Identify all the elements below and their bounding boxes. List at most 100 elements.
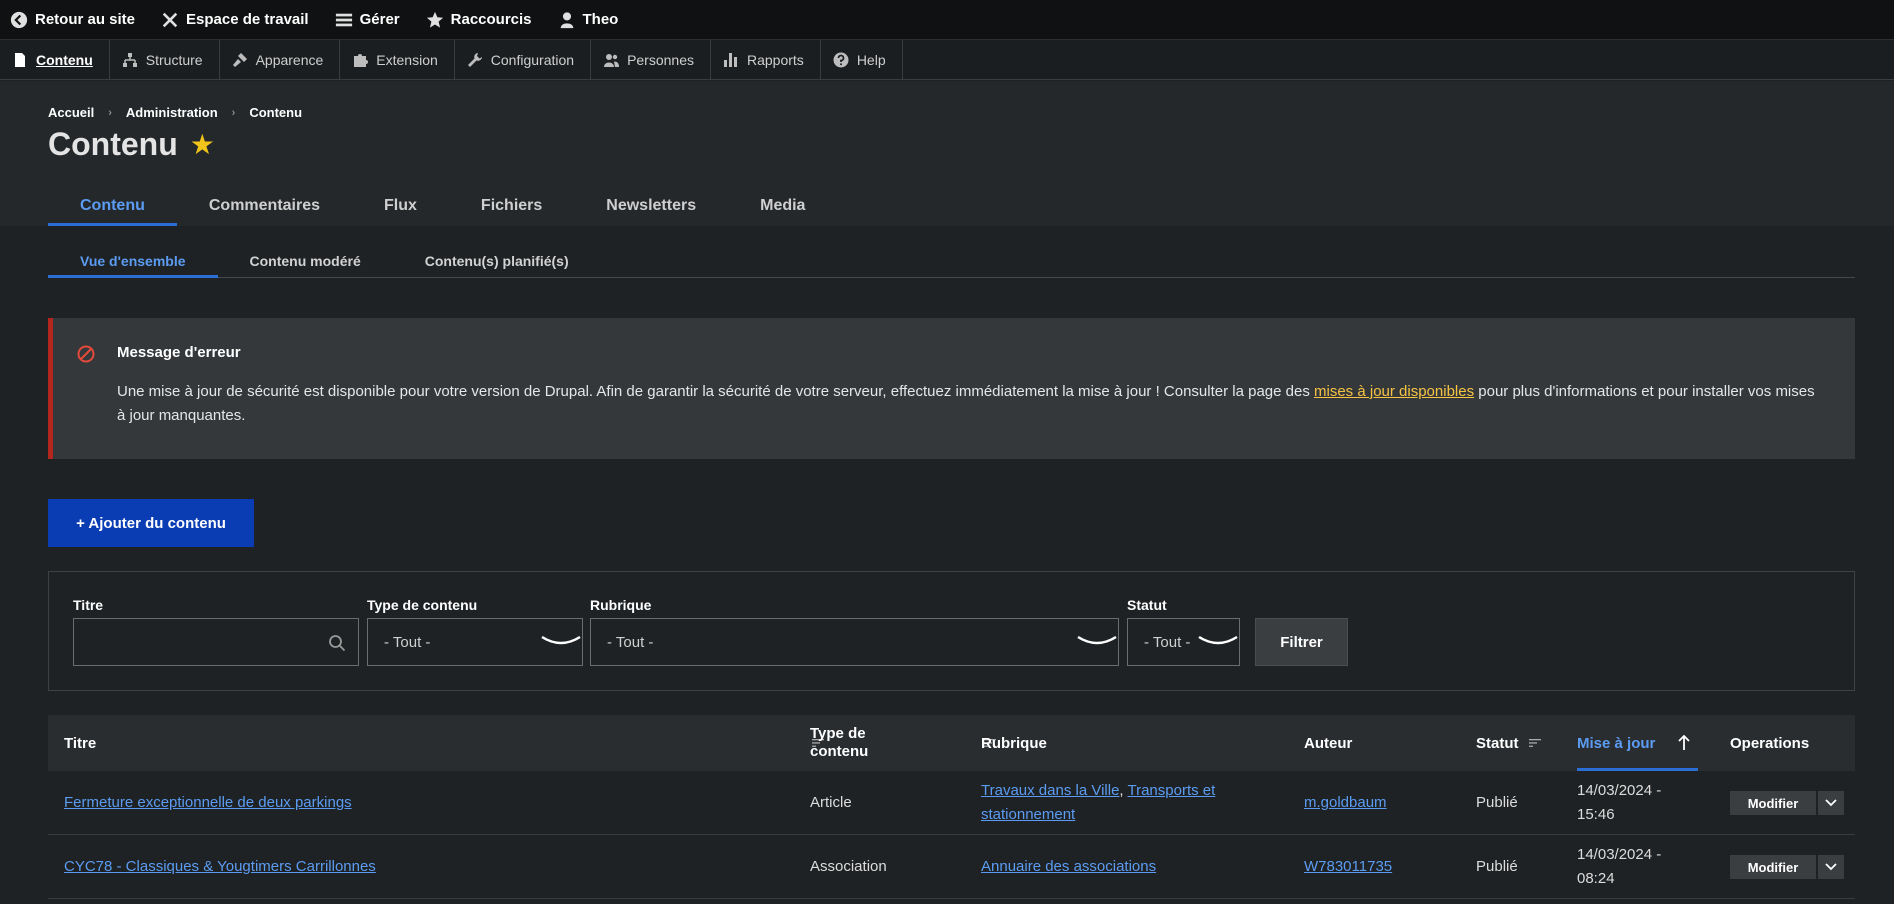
type-select[interactable]: - Tout - (367, 618, 583, 666)
user-label: Theo (582, 11, 619, 28)
table-row: Fermeture exceptionnelle de deux parking… (48, 771, 1855, 835)
chevron-down-icon (541, 635, 581, 645)
user-link[interactable]: Theo (558, 0, 619, 40)
secondary-tabs: Vue d'ensemble Contenu modéré Contenu(s)… (48, 244, 1855, 278)
column-header-titre[interactable]: Titre (64, 715, 824, 771)
error-icon (77, 345, 95, 363)
page-title: Contenu ★ (48, 126, 215, 163)
column-header-operations: Operations (1730, 734, 1810, 752)
tray-item-help[interactable]: Help (821, 40, 903, 79)
column-header-statut[interactable]: Statut (1476, 715, 1541, 771)
tray-item-label: Apparence (255, 51, 324, 68)
rubrique-link[interactable]: Travaux dans la Ville (981, 782, 1119, 799)
user-icon (560, 11, 573, 28)
manage-label: Gérer (359, 11, 400, 28)
statut-select-value: - Tout - (1144, 633, 1191, 651)
column-header-label-line2: contenu (810, 743, 869, 760)
node-updated-date: 14/03/2024 - (1577, 782, 1662, 799)
shortcut-star-icon[interactable]: ★ (190, 128, 215, 161)
filter-title-label: Titre (73, 597, 104, 613)
column-header-label-line1: Type de (810, 725, 866, 742)
page-title-text: Contenu (48, 126, 178, 162)
breadcrumb-link-accueil[interactable]: Accueil (48, 105, 94, 120)
back-circle-icon (10, 11, 28, 28)
tray-item-label: Extension (376, 51, 438, 68)
tray-item-structure[interactable]: Structure (110, 40, 220, 79)
tray-item-label: Contenu (36, 51, 93, 68)
back-to-site-link[interactable]: Retour au site (10, 0, 135, 40)
breadcrumb: Accueil › Administration › Contenu (48, 105, 302, 120)
filters-form: Titre Type de contenu - Tout - Rubrique … (48, 571, 1855, 691)
rubrique-select[interactable]: - Tout - (590, 618, 1119, 666)
tray-item-configuration[interactable]: Configuration (455, 40, 592, 79)
people-icon (604, 53, 620, 67)
breadcrumb-separator: › (108, 106, 112, 119)
column-header-label: Mise à jour (1577, 734, 1656, 752)
column-header-mise-a-jour[interactable]: Mise à jour (1577, 715, 1698, 771)
manage-link[interactable]: Gérer (335, 0, 400, 40)
tab-newsletters[interactable]: Newsletters (574, 185, 728, 226)
table-row: CYC78 - Classiques & Yougtimers Carrillo… (48, 835, 1855, 899)
column-header-type[interactable]: Type de contenu (810, 715, 996, 771)
error-text: Une mise à jour de sécurité est disponib… (117, 380, 1817, 428)
chevron-down-icon (1825, 799, 1837, 807)
tray-item-extension[interactable]: Extension (340, 40, 455, 79)
rubrique-link[interactable]: stationnement (981, 806, 1075, 823)
statut-select[interactable]: - Tout - (1127, 618, 1240, 666)
operations-toggle[interactable] (1818, 855, 1844, 879)
rubrique-select-value: - Tout - (607, 633, 654, 651)
subtab-scheduled[interactable]: Contenu(s) planifié(s) (393, 244, 601, 277)
tray-item-label: Configuration (490, 51, 575, 68)
filter-submit-button[interactable]: Filtrer (1255, 618, 1348, 666)
chevron-down-icon (1077, 635, 1117, 645)
tab-media[interactable]: Media (728, 185, 837, 226)
updates-available-link[interactable]: mises à jour disponibles (1314, 383, 1474, 400)
arrow-up-icon (1678, 735, 1690, 750)
node-rubrique: Travaux dans la Ville, Transports et stat… (981, 779, 1271, 827)
node-updated-date: 14/03/2024 - (1577, 846, 1662, 863)
rubrique-link[interactable]: Transports et (1127, 782, 1215, 799)
breadcrumb-link-administration[interactable]: Administration (126, 105, 218, 120)
tray-item-label: Personnes (627, 51, 694, 68)
tab-commentaires[interactable]: Commentaires (177, 185, 352, 226)
tab-contenu[interactable]: Contenu (48, 185, 177, 226)
shortcuts-link[interactable]: Raccourcis (426, 0, 532, 40)
tray-item-label: Rapports (747, 51, 804, 68)
node-status: Publié (1476, 858, 1518, 875)
edit-button[interactable]: Modifier (1730, 855, 1816, 879)
filter-type-label: Type de contenu (367, 597, 478, 613)
workspace-link[interactable]: Espace de travail (161, 0, 309, 40)
node-updated-time: 15:46 (1577, 806, 1615, 823)
operations-toggle[interactable] (1818, 791, 1844, 815)
sort-icon (1528, 739, 1541, 747)
tools-icon (162, 12, 178, 27)
title-search-input[interactable] (73, 618, 359, 666)
tray-item-contenu[interactable]: Contenu (0, 40, 110, 79)
tab-fichiers[interactable]: Fichiers (449, 185, 574, 226)
node-title-link[interactable]: CYC78 - Classiques & Yougtimers Carrillo… (64, 855, 376, 879)
tray-item-apparence[interactable]: Apparence (220, 40, 341, 79)
author-link[interactable]: W783011735 (1304, 855, 1392, 879)
shortcuts-label: Raccourcis (450, 11, 532, 28)
node-title-link[interactable]: Fermeture exceptionnelle de deux parking… (64, 791, 352, 815)
tray-item-label: Help (856, 51, 886, 68)
admin-tray: Contenu Structure Apparence Extension Co… (0, 40, 1894, 80)
node-updated: 14/03/2024 - 08:24 (1577, 843, 1661, 891)
add-content-button[interactable]: + Ajouter du contenu (48, 499, 254, 547)
chevron-down-icon (1198, 635, 1238, 645)
menu-icon (335, 13, 352, 26)
subtab-overview[interactable]: Vue d'ensemble (48, 244, 218, 278)
tab-flux[interactable]: Flux (352, 185, 449, 226)
error-text-before: Une mise à jour de sécurité est disponib… (117, 383, 1315, 400)
tray-item-personnes[interactable]: Personnes (591, 40, 711, 79)
tray-item-rapports[interactable]: Rapports (711, 40, 821, 79)
file-icon (15, 52, 25, 67)
breadcrumb-link-contenu[interactable]: Contenu (249, 105, 302, 120)
author-link[interactable]: m.goldbaum (1304, 791, 1387, 815)
subtab-moderated[interactable]: Contenu modéré (218, 244, 393, 277)
node-type: Article (810, 794, 852, 811)
column-header-label: Titre (64, 734, 97, 752)
rubrique-link[interactable]: Annuaire des associations (981, 855, 1156, 879)
type-select-value: - Tout - (384, 633, 431, 651)
edit-button[interactable]: Modifier (1730, 791, 1816, 815)
